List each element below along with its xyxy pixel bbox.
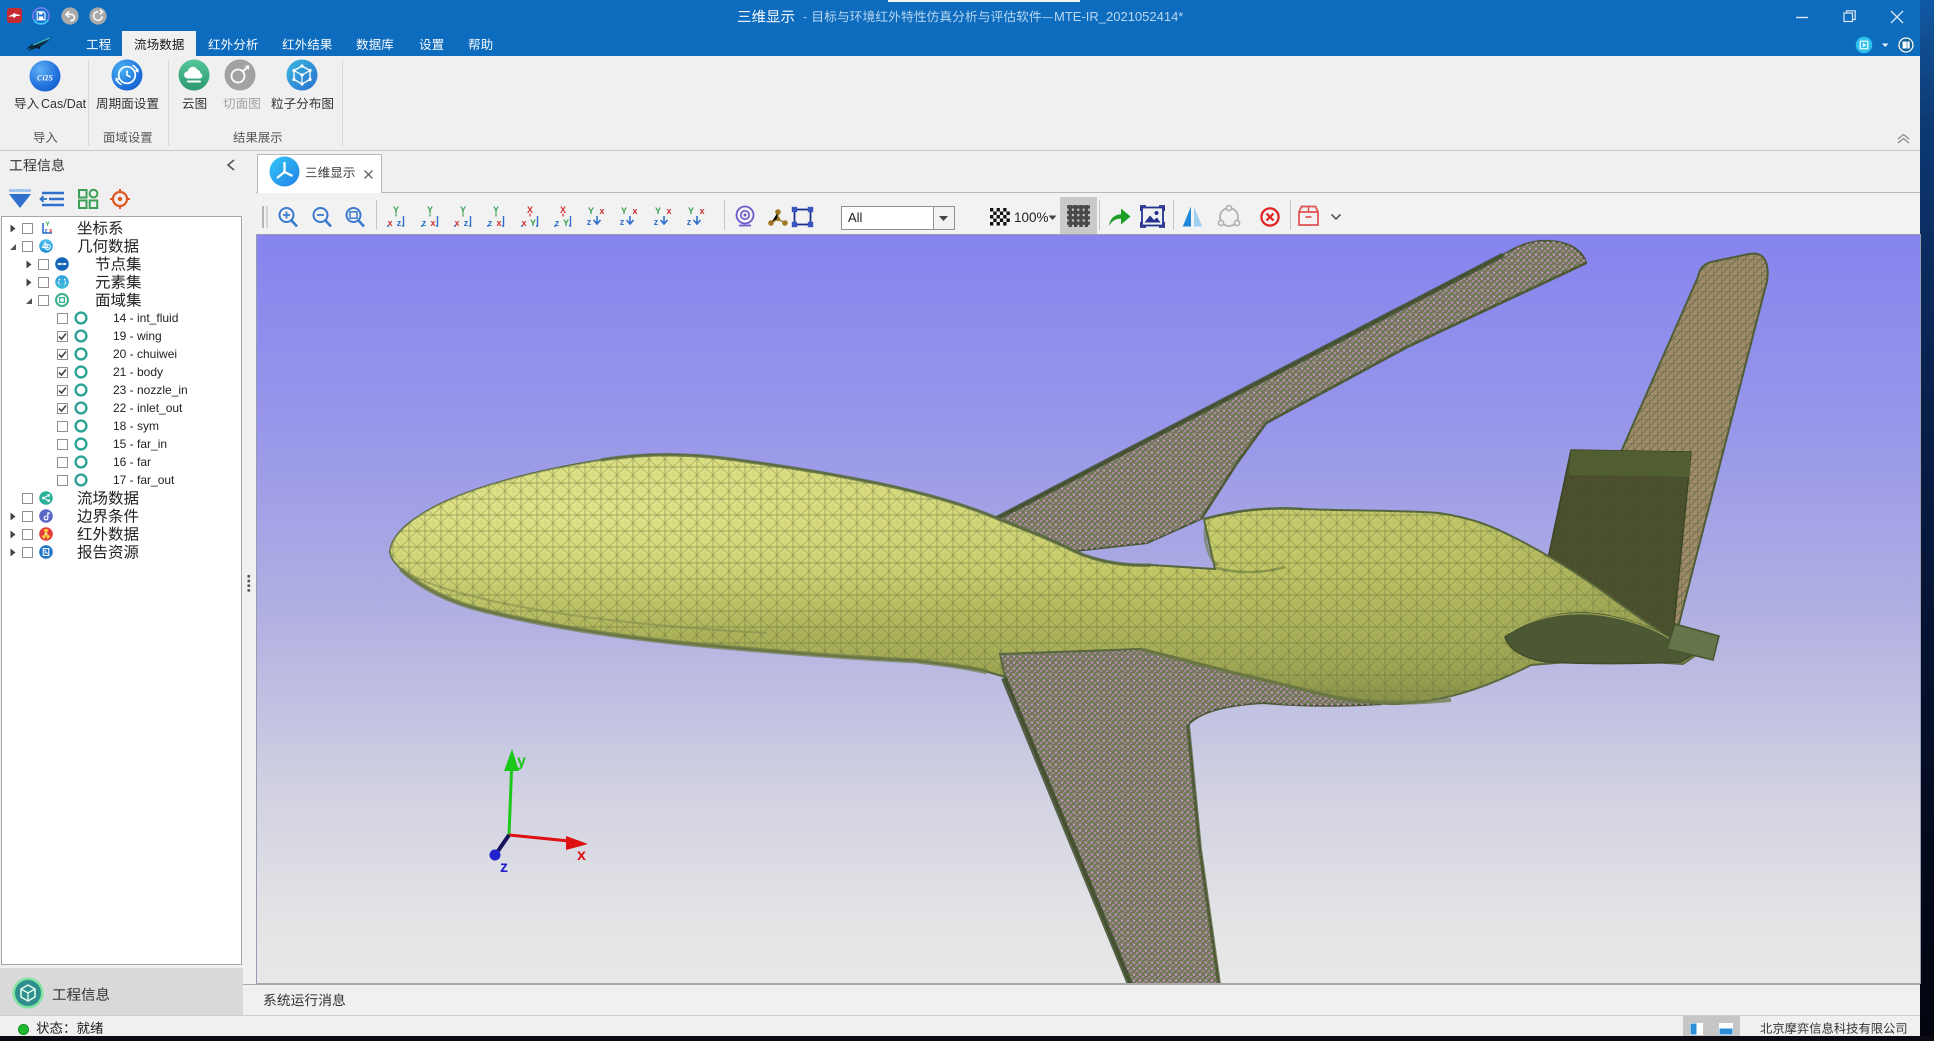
svg-text:x: x — [699, 206, 704, 216]
svg-text:Y: Y — [655, 206, 661, 216]
svg-text:x: x — [632, 206, 637, 216]
svg-text:x: x — [577, 847, 586, 864]
svg-text:Y: Y — [563, 218, 569, 228]
svg-text:Y: Y — [688, 206, 694, 216]
svg-text:z: z — [654, 217, 659, 227]
svg-text:z: z — [500, 859, 508, 876]
svg-text:z: z — [687, 217, 692, 227]
svg-text:Y: Y — [530, 218, 536, 228]
svg-text:x: x — [666, 206, 671, 216]
svg-text:z: z — [587, 217, 592, 227]
svg-text:z: z — [464, 218, 469, 228]
svg-text:z: z — [620, 217, 625, 227]
svg-text:z: z — [45, 229, 48, 235]
svg-text:y: y — [517, 753, 526, 770]
svg-text:x: x — [430, 218, 435, 228]
svg-text:z: z — [397, 218, 402, 228]
svg-text:x: x — [599, 206, 604, 216]
svg-text:Y: Y — [621, 206, 627, 216]
svg-text:Y: Y — [46, 221, 51, 228]
svg-text:x: x — [49, 229, 53, 235]
svg-text:cas: cas — [37, 70, 53, 84]
svg-text:Y: Y — [588, 206, 594, 216]
svg-text:x: x — [496, 218, 501, 228]
